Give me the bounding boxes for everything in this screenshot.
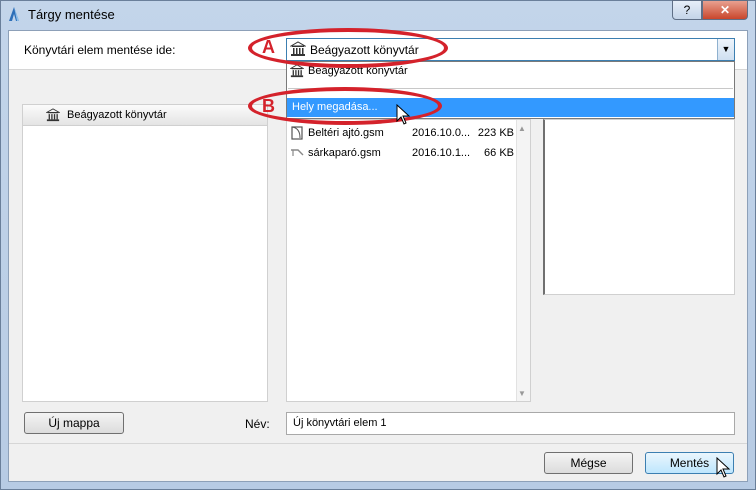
new-folder-button[interactable]: Új mappa xyxy=(24,412,124,434)
save-location-label: Könyvtári elem mentése ide: xyxy=(24,43,176,57)
mouse-cursor-icon xyxy=(396,103,412,126)
file-name: sárkaparó.gsm xyxy=(308,147,381,159)
name-input[interactable]: Új könyvtári elem 1 xyxy=(286,412,735,435)
tree-item-label: Beágyazott könyvtár xyxy=(67,109,167,121)
scroll-down-icon[interactable]: ▼ xyxy=(518,389,526,398)
file-size: 223 KB xyxy=(477,127,514,139)
annotation-ellipse-b xyxy=(248,87,442,125)
chevron-down-icon[interactable]: ▼ xyxy=(717,39,734,60)
scroll-up-icon[interactable]: ▲ xyxy=(518,124,526,133)
list-item[interactable]: Beltéri ajtó.gsm 2016.10.0... 223 KB xyxy=(288,124,514,142)
annotation-label-a: A xyxy=(262,37,275,57)
annotation-ellipse-a xyxy=(248,28,448,68)
file-size: 66 KB xyxy=(484,147,514,159)
file-list-scrollbar[interactable] xyxy=(516,120,530,401)
preview-panel xyxy=(543,119,735,295)
close-button[interactable]: ✕ xyxy=(702,0,748,20)
annotation-label-b: B xyxy=(262,96,275,116)
name-label: Név: xyxy=(245,417,270,431)
library-icon xyxy=(289,64,305,78)
divider xyxy=(9,443,747,444)
library-icon xyxy=(45,108,61,122)
file-name: Beltéri ajtó.gsm xyxy=(308,127,384,139)
app-icon xyxy=(6,6,22,22)
list-item[interactable]: sárkaparó.gsm 2016.10.1... 66 KB xyxy=(288,144,514,162)
cancel-button[interactable]: Mégse xyxy=(544,452,633,474)
door-icon xyxy=(290,126,304,140)
help-button[interactable]: ? xyxy=(672,0,702,20)
library-tree-panel[interactable] xyxy=(22,104,268,402)
window-title: Tárgy mentése xyxy=(28,7,115,22)
object-icon xyxy=(290,146,304,160)
mouse-cursor-icon xyxy=(716,456,732,479)
